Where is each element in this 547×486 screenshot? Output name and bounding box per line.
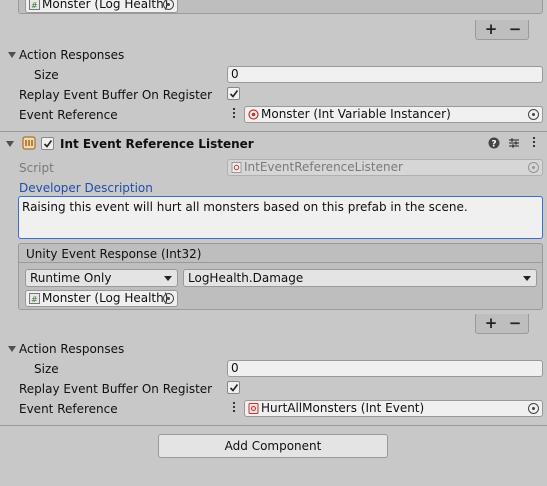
replay-event-buffer-checkbox[interactable] [227, 381, 240, 394]
listener-component-icon [22, 136, 36, 153]
previous-listener-object-field[interactable]: # Monster (Log Health) [25, 0, 178, 13]
action-responses-foldout-icon[interactable] [8, 346, 16, 352]
chevron-down-icon [164, 276, 172, 281]
event-reference-text: Monster (Int Variable Instancer) [261, 107, 451, 121]
script-label: Script [19, 161, 54, 175]
component-foldout-icon[interactable] [6, 141, 14, 147]
event-list-plus-minus: + − [475, 314, 529, 334]
int-event-icon [248, 403, 259, 414]
component-context-menu-icon[interactable] [533, 137, 536, 149]
script-file-icon [231, 162, 242, 173]
preset-settings-icon[interactable] [508, 137, 520, 152]
section-divider [0, 425, 547, 426]
previous-list-plus-minus: + − [475, 20, 529, 40]
runtime-mode-dropdown[interactable]: Runtime Only [25, 269, 178, 287]
size-input[interactable]: 0 [227, 66, 543, 83]
event-reference-field[interactable]: HurtAllMonsters (Int Event) [244, 400, 543, 417]
replay-event-buffer-label: Replay Event Buffer On Register [19, 88, 213, 102]
remove-item-button[interactable]: − [507, 21, 523, 37]
object-picker-icon[interactable] [163, 293, 174, 304]
chevron-down-icon [523, 276, 531, 281]
listener-object-text: Monster (Log Health) [42, 291, 169, 305]
svg-text:?: ? [491, 140, 496, 150]
size-label: Size [34, 68, 59, 82]
event-reference-text: HurtAllMonsters (Int Event) [261, 401, 425, 415]
event-reference-label: Event Reference [19, 108, 118, 122]
object-picker-icon[interactable] [163, 0, 174, 10]
svg-text:#: # [31, 295, 38, 304]
remove-listener-button[interactable]: − [507, 315, 523, 331]
function-value: LogHealth.Damage [188, 271, 304, 285]
previous-listener-object-text: Monster (Log Health) [42, 0, 169, 11]
object-picker-icon [528, 162, 539, 173]
replay-event-buffer-label: Replay Event Buffer On Register [19, 382, 213, 396]
unity-event-header-label: Unity Event Response (Int32) [26, 247, 202, 261]
size-label: Size [34, 362, 59, 376]
add-item-button[interactable]: + [483, 21, 499, 37]
developer-description-textarea[interactable]: Raising this event will hurt all monster… [18, 196, 543, 239]
replay-event-buffer-checkbox[interactable] [227, 87, 240, 100]
listener-object-field[interactable]: # Monster (Log Health) [25, 290, 178, 307]
script-icon: # [29, 293, 40, 304]
event-reference-options-icon[interactable] [233, 402, 236, 414]
atom-instancer-icon [248, 109, 259, 120]
component-title[interactable]: Int Event Reference Listener [60, 137, 254, 151]
script-field: IntEventReferenceListener [227, 159, 543, 176]
action-responses-label: Action Responses [19, 342, 125, 356]
function-dropdown[interactable]: LogHealth.Damage [183, 269, 537, 287]
svg-text:#: # [31, 1, 38, 10]
script-field-text: IntEventReferenceListener [244, 160, 403, 174]
size-input[interactable]: 0 [227, 360, 543, 377]
event-reference-options-icon[interactable] [233, 108, 236, 120]
event-reference-label: Event Reference [19, 402, 118, 416]
object-picker-icon[interactable] [528, 403, 539, 414]
help-icon[interactable]: ? [488, 137, 500, 152]
object-picker-icon[interactable] [528, 109, 539, 120]
section-divider [0, 131, 547, 132]
add-listener-button[interactable]: + [483, 315, 499, 331]
action-responses-foldout-icon[interactable] [8, 52, 16, 58]
developer-description-label: Developer Description [19, 181, 153, 195]
script-icon: # [29, 0, 40, 10]
component-enabled-checkbox[interactable] [41, 137, 54, 150]
action-responses-label: Action Responses [19, 48, 125, 62]
add-component-button[interactable]: Add Component [158, 434, 388, 458]
runtime-mode-value: Runtime Only [30, 271, 112, 285]
event-reference-field[interactable]: Monster (Int Variable Instancer) [244, 106, 543, 123]
